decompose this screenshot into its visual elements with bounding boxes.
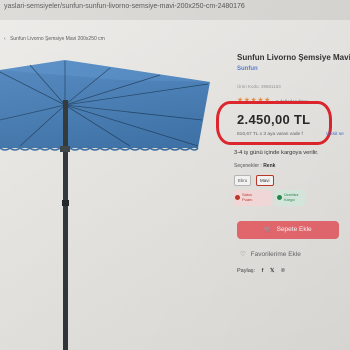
shipping-badge-icon	[277, 195, 282, 200]
cart-icon: 🛒	[264, 227, 272, 233]
installment-link[interactable]: taksit se	[326, 132, 344, 137]
free-shipping-badge: Ücretsiz Kargo	[275, 190, 305, 206]
chevron-left-icon[interactable]: ‹	[4, 36, 6, 42]
installment-text: 816,67 TL x 3 aya varan vade f	[237, 132, 303, 137]
favorites-label: Favorilerime Ekle	[250, 251, 301, 258]
heart-icon: ♡	[240, 251, 246, 258]
product-image[interactable]	[0, 60, 215, 350]
variant-label: Seçenekler : Renk	[234, 163, 275, 169]
installment-info: 816,67 TL x 3 aya varan vade f taksit se	[237, 132, 344, 137]
seller-badge: Satıcı Puanı	[233, 190, 271, 206]
add-to-cart-label: Sepete Ekle	[276, 226, 312, 233]
free-shipping-badge-text: Ücretsiz Kargo	[284, 192, 299, 202]
breadcrumb-current[interactable]: Sunfun Livorno Şemsiye Mavi 200x250 cm	[10, 36, 105, 42]
shipping-info: 3-4 iş günü içinde kargoya verilir.	[234, 150, 319, 156]
variant-value: Renk	[263, 163, 276, 169]
product-title: Sunfun Livorno Şemsiye Mavi 2	[237, 53, 350, 62]
breadcrumb: ‹ Sunfun Livorno Şemsiye Mavi 200x250 cm	[4, 36, 105, 42]
variant-label-text: Seçenekler :	[234, 163, 262, 169]
add-to-favorites-button[interactable]: ♡ Favorilerime Ekle	[240, 250, 301, 258]
brand-link[interactable]: Sunfun	[237, 66, 258, 72]
pinterest-icon[interactable]: ℗	[281, 268, 285, 274]
facebook-icon[interactable]: f	[262, 268, 264, 274]
color-option-mavi[interactable]: Mavi	[256, 175, 274, 186]
share-row: Paylaş: f 𝕏 ℗	[237, 268, 285, 274]
color-option-ekru[interactable]: Ekru	[234, 175, 252, 186]
seller-badge-icon	[235, 195, 240, 200]
price-highlight-circle	[216, 101, 332, 145]
umbrella-image	[0, 60, 210, 350]
product-code: Ürün Kodu: 39681163	[237, 84, 281, 89]
share-label: Paylaş:	[237, 268, 256, 274]
x-twitter-icon[interactable]: 𝕏	[270, 268, 274, 274]
browser-screen: yaslari-semsiyeler/sunfun-sunfun-livorno…	[0, 0, 350, 350]
seller-badge-text: Satıcı Puanı	[242, 192, 253, 202]
address-bar[interactable]: yaslari-semsiyeler/sunfun-sunfun-livorno…	[0, 0, 350, 20]
add-to-cart-button[interactable]: 🛒 Sepete Ekle	[237, 221, 339, 239]
url-text: yaslari-semsiyeler/sunfun-sunfun-livorno…	[4, 3, 245, 10]
